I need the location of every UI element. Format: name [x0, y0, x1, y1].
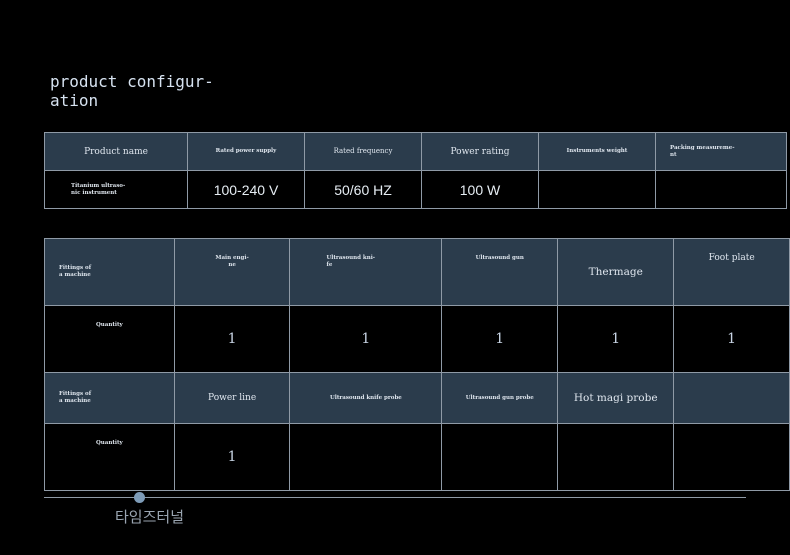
fitting-ultrasound-gun: Ultrasound gun: [441, 238, 559, 306]
cell-rated-frequency: 50/60 HZ: [304, 170, 422, 209]
fittings-row-1: Fittings of a machine Main engi- ne Ultr…: [44, 238, 790, 306]
cell-product-name: Titanium ultraso- nic instrument: [44, 170, 188, 209]
header-packing-measurement: Packing measureme- nt: [655, 132, 787, 171]
fittings-table: Fittings of a machine Main engi- ne Ultr…: [44, 238, 790, 491]
fitting-ultrasound-knife-probe: Ultrasound knife probe: [289, 372, 443, 424]
fittings-label: Fittings of a machine: [44, 238, 175, 306]
fitting-power-line: Power line: [173, 372, 291, 424]
footer-dot: [134, 492, 145, 503]
fittings-row-3: Fittings of a machine Power line Ultraso…: [44, 372, 790, 424]
qty-empty: [673, 423, 790, 491]
fitting-hot-magi-probe: Hot magi probe: [557, 372, 675, 424]
cell-rated-power-supply: 100-240 V: [187, 170, 305, 209]
qty-main-engine: 1: [173, 305, 291, 373]
spec-data-row: Titanium ultraso- nic instrument 100-240…: [44, 170, 787, 209]
qty-thermage: 1: [557, 305, 675, 373]
header-product-name: Product name: [44, 132, 188, 171]
qty-hot-magi-probe: [557, 423, 675, 491]
fittings-label-2: Fittings of a machine: [44, 372, 175, 424]
fitting-foot-plate: Foot plate: [673, 238, 790, 306]
fitting-main-engine: Main engi- ne: [173, 238, 291, 306]
qty-ultrasound-knife: 1: [289, 305, 443, 373]
cell-instruments-weight: [538, 170, 656, 209]
spec-table: Product name Rated power supply Rated fr…: [44, 132, 787, 209]
qty-ultrasound-gun: 1: [441, 305, 559, 373]
quantity-label-2: Quantity: [44, 423, 175, 491]
qty-foot-plate: 1: [673, 305, 790, 373]
spec-header-row: Product name Rated power supply Rated fr…: [44, 132, 787, 171]
footer-brand: 타임즈터널: [115, 508, 185, 526]
header-rated-frequency: Rated frequency: [304, 132, 422, 171]
fitting-thermage: Thermage: [557, 238, 675, 306]
page-title: product configur- ation: [50, 72, 214, 110]
header-instruments-weight: Instruments weight: [538, 132, 656, 171]
cell-packing-measurement: [655, 170, 787, 209]
quantity-label: Quantity: [44, 305, 175, 373]
qty-ultrasound-knife-probe: [289, 423, 443, 491]
fittings-row-4: Quantity 1: [44, 423, 790, 491]
header-power-rating: Power rating: [421, 132, 539, 171]
qty-ultrasound-gun-probe: [441, 423, 559, 491]
footer-divider: [44, 497, 746, 498]
fitting-empty: [673, 372, 790, 424]
header-rated-power-supply: Rated power supply: [187, 132, 305, 171]
fittings-row-2: Quantity 1 1 1 1 1: [44, 305, 790, 373]
fitting-ultrasound-gun-probe: Ultrasound gun probe: [441, 372, 559, 424]
qty-power-line: 1: [173, 423, 291, 491]
fitting-ultrasound-knife: Ultrasound kni- fe: [289, 238, 443, 306]
cell-power-rating: 100 W: [421, 170, 539, 209]
